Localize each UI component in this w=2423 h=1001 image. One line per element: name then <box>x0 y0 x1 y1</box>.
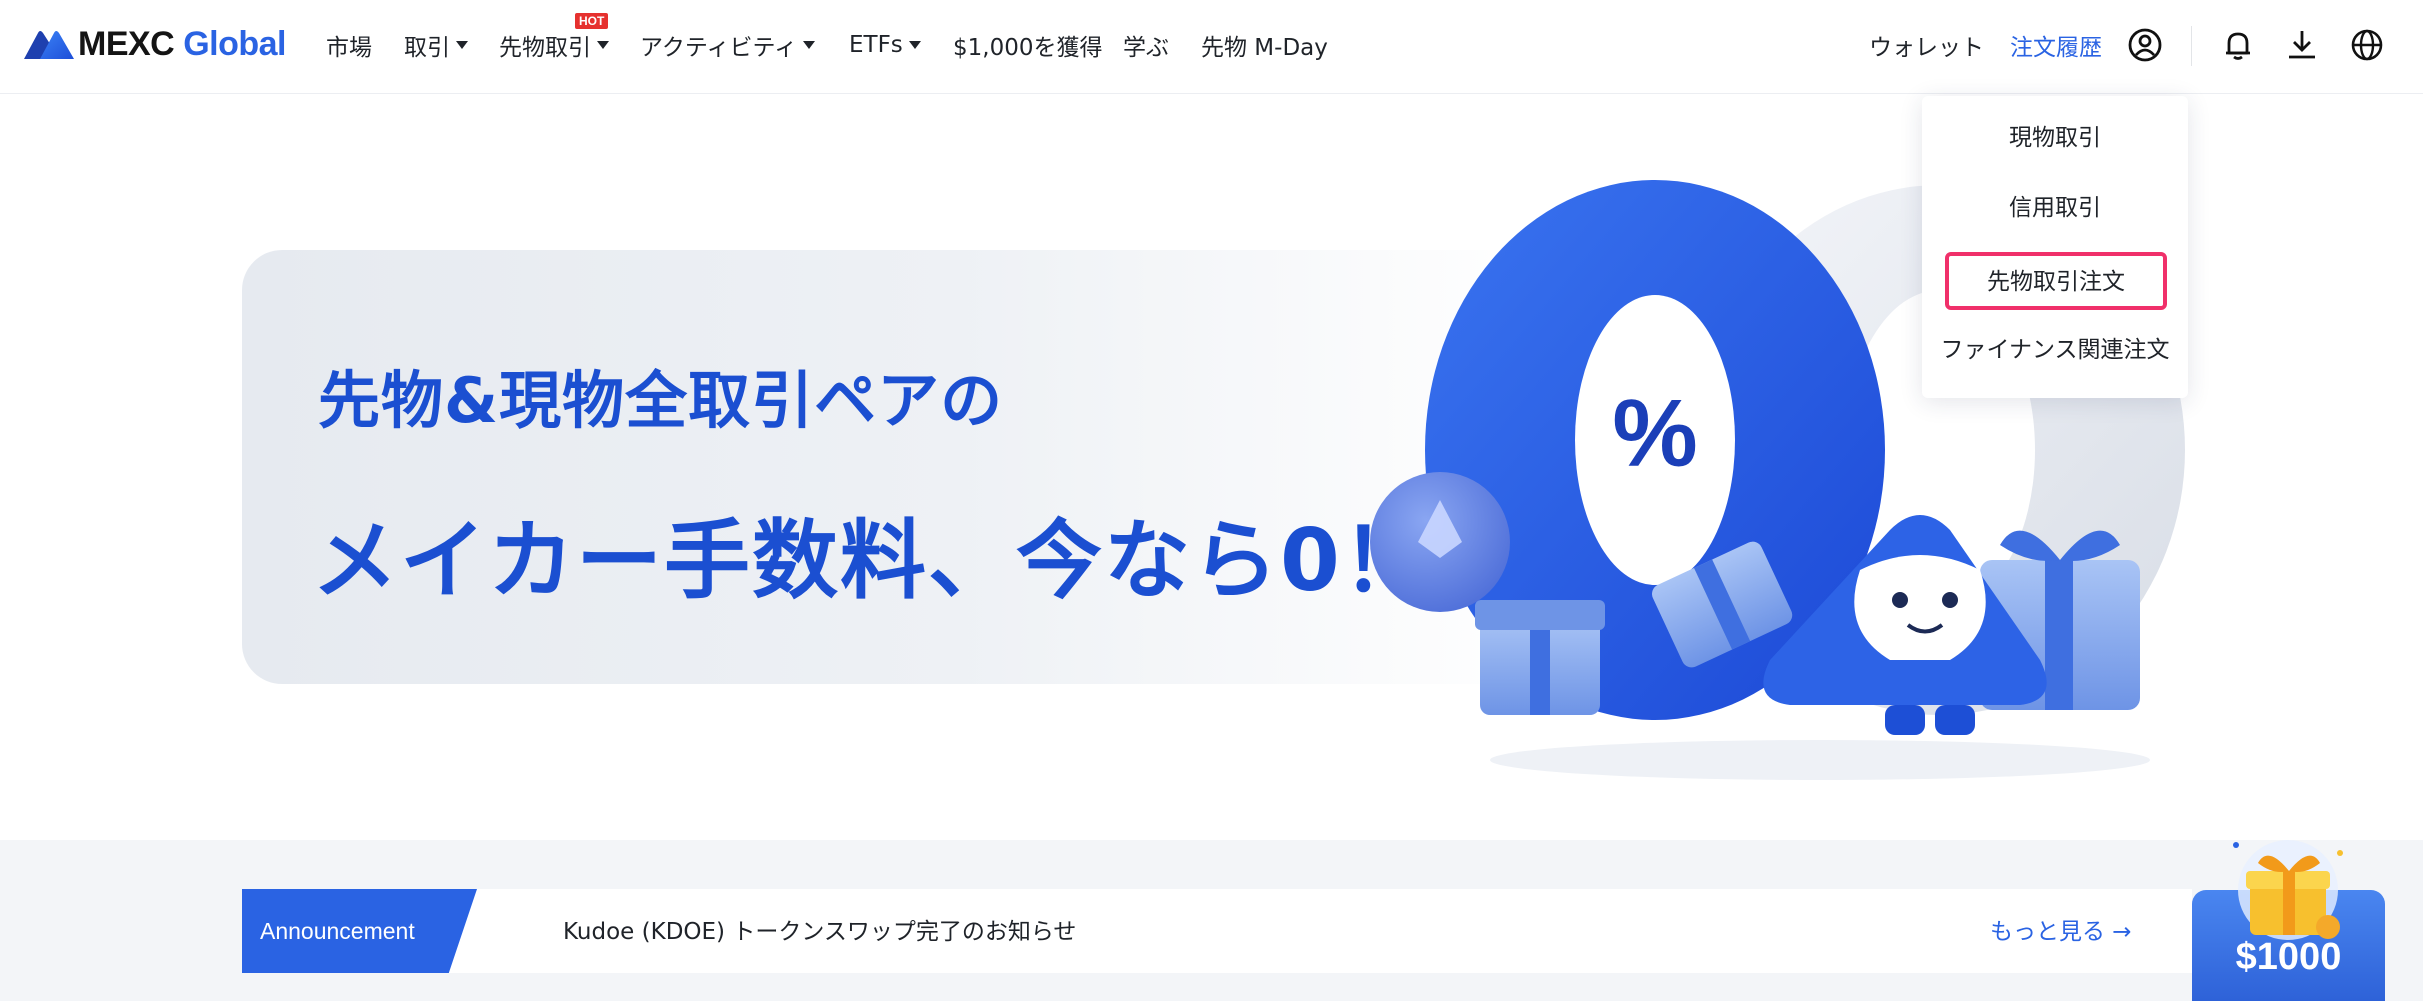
bell-icon[interactable] <box>2220 27 2256 63</box>
caret-down-icon <box>803 41 816 49</box>
nav-trade[interactable]: 取引 <box>404 29 468 61</box>
gift-box-icon <box>2233 840 2343 940</box>
caret-down-icon <box>597 41 609 49</box>
order-history-link[interactable]: 注文履歴 <box>2010 29 2102 61</box>
announcement-bar <box>242 889 2192 973</box>
nav-etfs[interactable]: ETFs <box>849 29 921 61</box>
announcement-label: Announcement <box>242 889 477 973</box>
nav-label: $1,000を獲得 <box>953 35 1103 61</box>
nav-label: ETFs <box>849 32 903 58</box>
svg-text:%: % <box>1612 380 1697 487</box>
caret-down-icon <box>908 41 921 49</box>
nav-label: 先物 M-Day <box>1201 35 1328 61</box>
top-nav-bar: MEXC Global 市場 取引 先物取引 HOT アクティビティ ETFs … <box>0 0 2423 94</box>
nav-activities[interactable]: アクティビティ <box>640 29 816 61</box>
hot-badge: HOT <box>575 13 609 29</box>
header-divider <box>2191 26 2192 66</box>
nav-label: 市場 <box>326 35 372 61</box>
logo-brand: MEXC <box>78 24 175 63</box>
nav-futures-mday[interactable]: 先物 M-Day <box>1201 29 1328 61</box>
nav-label: 先物取引 <box>499 35 591 61</box>
mexc-logo[interactable]: MEXC Global <box>22 24 286 64</box>
logo-wordmark: MEXC Global <box>78 25 286 64</box>
dropdown-item-finance-orders[interactable]: ファイナンス関連注文 <box>1922 330 2188 370</box>
order-history-dropdown: 現物取引 信用取引 先物取引注文 ファイナンス関連注文 <box>1922 96 2188 398</box>
promo-amount: $1000 <box>2235 936 2342 978</box>
nav-futures[interactable]: 先物取引 <box>499 29 609 61</box>
nav-earn-1000[interactable]: $1,000を獲得 <box>953 29 1102 61</box>
mexc-logo-icon <box>24 31 74 59</box>
caret-down-icon <box>456 41 468 49</box>
nav-learn[interactable]: 学ぶ <box>1123 29 1169 61</box>
globe-icon[interactable] <box>2349 27 2385 63</box>
nav-label: アクティビティ <box>640 35 798 61</box>
wallet-link[interactable]: ウォレット <box>1869 29 1984 61</box>
dropdown-item-margin[interactable]: 信用取引 <box>1922 188 2188 228</box>
logo-suffix: Global <box>183 24 286 63</box>
banner-headline-1: 先物&現物全取引ペアの <box>318 364 1004 437</box>
see-more-link[interactable]: もっと見る → <box>1990 912 2132 946</box>
nav-label: 取引 <box>404 35 450 61</box>
dropdown-item-futures-orders[interactable]: 先物取引注文 <box>1945 252 2167 310</box>
banner-headline-2: メイカー手数料、今なら0！ <box>312 511 1430 611</box>
download-icon[interactable] <box>2284 27 2320 63</box>
nav-label: 学ぶ <box>1123 35 1169 61</box>
announcement-text[interactable]: Kudoe (KDOE) トークンスワップ完了のお知らせ <box>563 912 1076 946</box>
user-icon[interactable] <box>2127 27 2163 63</box>
nav-markets[interactable]: 市場 <box>326 29 372 61</box>
dropdown-item-spot[interactable]: 現物取引 <box>1922 118 2188 158</box>
